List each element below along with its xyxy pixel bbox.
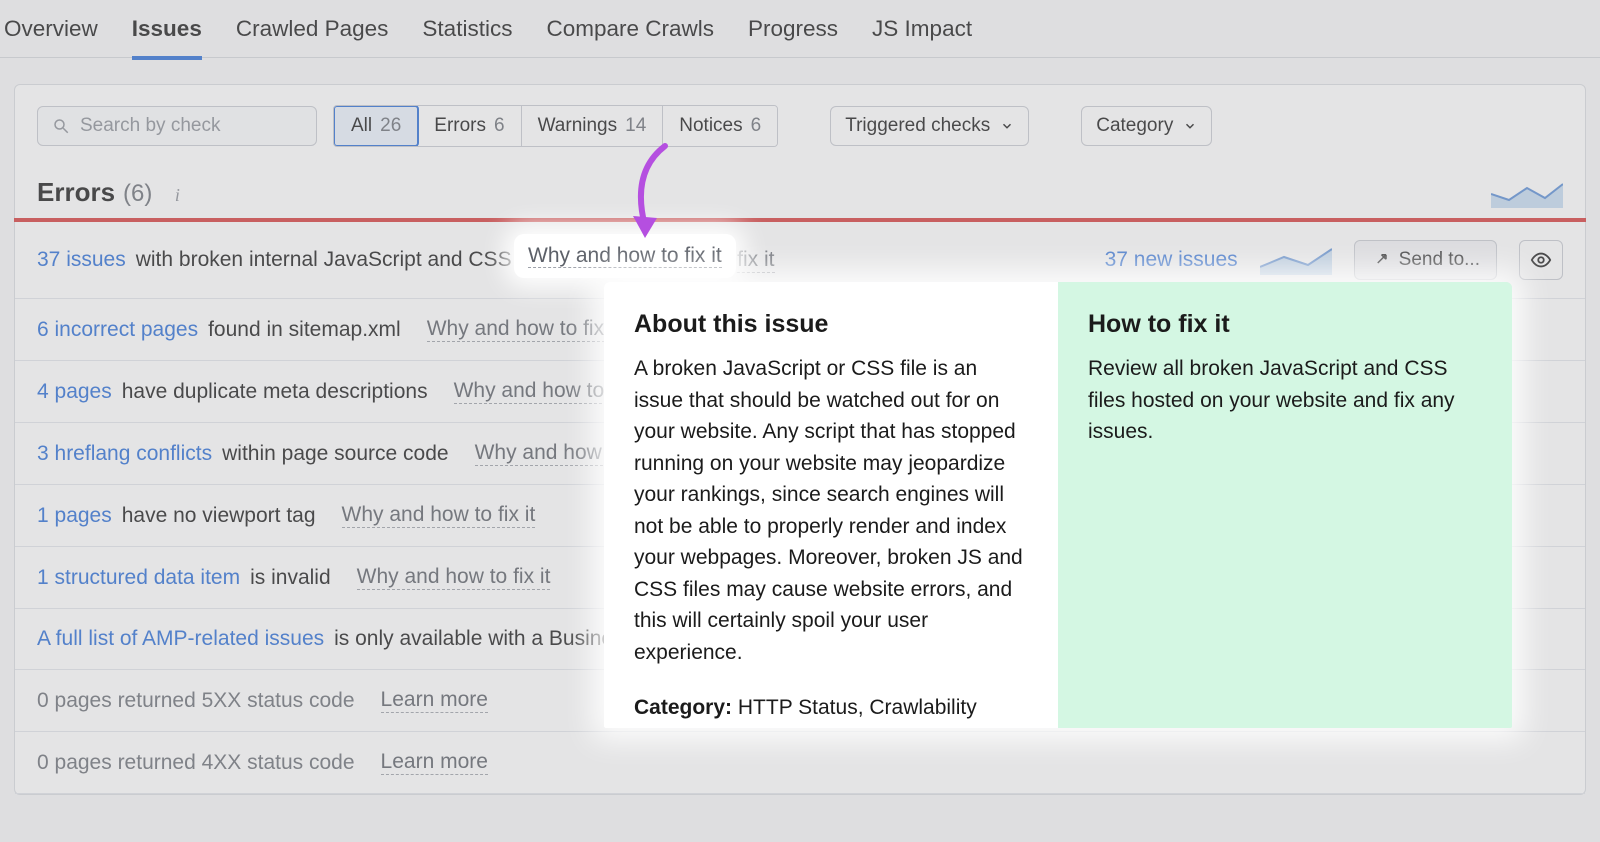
zero-issue-text: 0 pages returned 5XX status code bbox=[37, 689, 355, 713]
tab-progress[interactable]: Progress bbox=[748, 16, 838, 56]
eye-icon bbox=[1530, 249, 1552, 271]
issue-count-link[interactable]: 6 incorrect pages bbox=[37, 318, 198, 342]
issue-count-link[interactable]: 1 structured data item bbox=[37, 566, 240, 590]
chevron-down-icon bbox=[1183, 119, 1197, 133]
section-count: (6) bbox=[123, 180, 152, 208]
issue-row: 0 pages returned 4XX status code Learn m… bbox=[15, 732, 1585, 794]
filter-all[interactable]: All 26 bbox=[333, 105, 419, 147]
category-value: HTTP Status, Crawlability bbox=[738, 696, 977, 719]
info-icon[interactable]: i bbox=[166, 185, 188, 207]
zero-issue-text: 0 pages returned 4XX status code bbox=[37, 751, 355, 775]
issue-count-link[interactable]: 4 pages bbox=[37, 380, 112, 404]
filter-warnings[interactable]: Warnings 14 bbox=[522, 106, 664, 146]
issue-desc: within page source code bbox=[222, 442, 448, 466]
category-label: Category: bbox=[634, 696, 732, 719]
tab-crawled-pages[interactable]: Crawled Pages bbox=[236, 16, 389, 56]
issue-count-link[interactable]: 3 hreflang conflicts bbox=[37, 442, 212, 466]
issue-count-link[interactable]: 1 pages bbox=[37, 504, 112, 528]
filter-warnings-count: 14 bbox=[625, 115, 646, 137]
share-icon bbox=[1371, 251, 1389, 269]
fix-heading: How to fix it bbox=[1088, 310, 1482, 339]
why-fix-link[interactable]: Why and how to fix it bbox=[427, 317, 621, 342]
tab-compare-crawls[interactable]: Compare Crawls bbox=[546, 16, 714, 56]
search-icon bbox=[52, 117, 70, 135]
why-fix-link[interactable]: Why and how to fix it bbox=[357, 565, 551, 590]
tabs-bar: Overview Issues Crawled Pages Statistics… bbox=[0, 0, 1600, 58]
new-issues-link[interactable]: 37 new issues bbox=[1105, 248, 1238, 272]
category-dropdown[interactable]: Category bbox=[1081, 106, 1212, 146]
send-to-button[interactable]: Send to... bbox=[1354, 240, 1497, 280]
category-line: Category: HTTP Status, Crawlability bbox=[634, 692, 1028, 724]
filter-errors[interactable]: Errors 6 bbox=[418, 106, 521, 146]
triggered-checks-dropdown[interactable]: Triggered checks bbox=[830, 106, 1029, 146]
filter-all-count: 26 bbox=[380, 115, 401, 137]
sparkline-icon bbox=[1491, 178, 1563, 208]
fix-body: Review all broken JavaScript and CSS fil… bbox=[1088, 353, 1482, 448]
issue-count-link[interactable]: A full list of AMP-related issues bbox=[37, 627, 324, 651]
filter-segmented: All 26 Errors 6 Warnings 14 Notices 6 bbox=[333, 105, 778, 147]
tab-statistics[interactable]: Statistics bbox=[422, 16, 512, 56]
search-input[interactable]: Search by check bbox=[37, 106, 317, 146]
learn-more-link[interactable]: Learn more bbox=[381, 688, 488, 713]
send-to-label: Send to... bbox=[1399, 249, 1480, 271]
filter-notices-label: Notices bbox=[679, 115, 742, 137]
issue-desc: have duplicate meta descriptions bbox=[122, 380, 428, 404]
about-body: A broken JavaScript or CSS file is an is… bbox=[634, 353, 1028, 668]
tab-js-impact[interactable]: JS Impact bbox=[872, 16, 972, 56]
about-column: About this issue A broken JavaScript or … bbox=[604, 282, 1058, 728]
filter-warnings-label: Warnings bbox=[538, 115, 618, 137]
section-title: Errors bbox=[37, 177, 115, 208]
toolbar: Search by check All 26 Errors 6 Warnings… bbox=[15, 85, 1585, 147]
highlighted-why-fix-text: Why and how to fix it bbox=[528, 244, 722, 268]
search-placeholder: Search by check bbox=[80, 115, 220, 137]
section-header-errors: Errors (6) i bbox=[15, 147, 1585, 218]
learn-more-link[interactable]: Learn more bbox=[381, 750, 488, 775]
about-heading: About this issue bbox=[634, 310, 1028, 339]
issue-desc: have no viewport tag bbox=[122, 504, 316, 528]
sparkline-icon bbox=[1260, 245, 1332, 275]
issue-desc: found in sitemap.xml bbox=[208, 318, 401, 342]
chevron-down-icon bbox=[1000, 119, 1014, 133]
filter-all-label: All bbox=[351, 115, 372, 137]
issue-count-link[interactable]: 37 issues bbox=[37, 248, 126, 272]
tab-issues[interactable]: Issues bbox=[132, 16, 202, 60]
why-fix-link[interactable]: Why and how to fix it bbox=[342, 503, 536, 528]
triggered-checks-label: Triggered checks bbox=[845, 115, 990, 137]
filter-errors-label: Errors bbox=[434, 115, 486, 137]
fix-column: How to fix it Review all broken JavaScri… bbox=[1058, 282, 1512, 728]
issue-desc: is invalid bbox=[250, 566, 331, 590]
tab-overview[interactable]: Overview bbox=[4, 16, 98, 56]
filter-errors-count: 6 bbox=[494, 115, 505, 137]
issue-tooltip: About this issue A broken JavaScript or … bbox=[604, 282, 1512, 728]
issue-desc: with broken internal JavaScript and CSS … bbox=[136, 248, 555, 272]
category-label: Category bbox=[1096, 115, 1173, 137]
filter-notices[interactable]: Notices 6 bbox=[663, 106, 777, 146]
filter-notices-count: 6 bbox=[751, 115, 762, 137]
arrow-icon bbox=[625, 142, 685, 242]
hide-button[interactable] bbox=[1519, 240, 1563, 280]
